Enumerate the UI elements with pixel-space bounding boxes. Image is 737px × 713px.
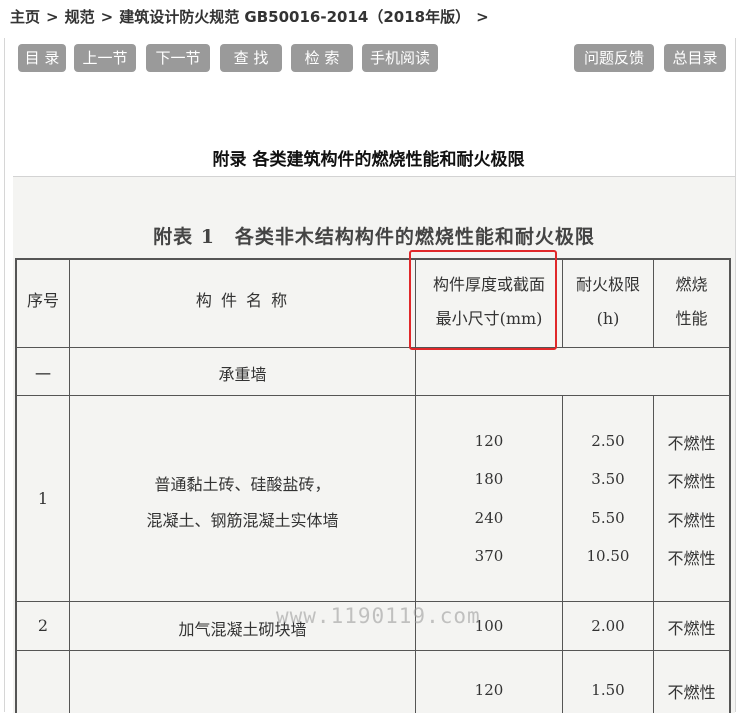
header-combustibility-2: 性能	[675, 309, 708, 328]
breadcrumb-current-doc[interactable]: 建筑设计防火规范 GB50016-2014（2018年版）	[119, 8, 470, 26]
prev-section-button[interactable]: 上一节	[74, 44, 136, 72]
cell-fire-limit: 10.50	[586, 547, 630, 565]
cell-fire-limit: 1.50	[591, 681, 625, 699]
breadcrumb: 主页 > 规范 > 建筑设计防火规范 GB50016-2014（2018年版） >	[10, 6, 495, 27]
cell-combustibility: 不燃性	[667, 434, 716, 453]
header-no: 序号	[26, 291, 59, 310]
cell-combustibility: 不燃性	[667, 619, 716, 638]
page-title: 附录 各类建筑构件的燃烧性能和耐火极限	[212, 150, 525, 170]
header-fire-limit-unit: (h)	[596, 309, 620, 328]
cell-fire-limit: 2.50	[591, 432, 625, 450]
table-rule	[15, 395, 731, 396]
table-rule	[15, 601, 731, 602]
scanned-table-image: 附表 1 各类非木结构构件的燃烧性能和耐火极限 序号 构 件 名 称 构件厚度或…	[13, 176, 735, 713]
breadcrumb-separator: >	[100, 8, 114, 26]
group-name: 承重墙	[218, 365, 267, 384]
cell-combustibility: 不燃性	[667, 472, 716, 491]
cell-combustibility: 不燃性	[667, 683, 716, 702]
next-section-button[interactable]: 下一节	[146, 44, 210, 72]
content-border-right	[735, 38, 736, 712]
breadcrumb-separator: >	[476, 8, 489, 26]
highlight-box	[409, 250, 557, 350]
watermark-text: www.1190119.com	[276, 604, 481, 628]
table-border-left	[15, 258, 17, 713]
header-name: 构 件 名 称	[195, 291, 290, 310]
cell-size: 370	[474, 547, 504, 565]
row-no: 1	[37, 489, 49, 508]
table-title: 附表 1 各类非木结构构件的燃烧性能和耐火极限	[153, 226, 595, 248]
cell-fire-limit: 5.50	[591, 509, 625, 527]
table-of-contents-button[interactable]: 总目录	[664, 44, 726, 72]
row-name: 混凝土、钢筋混凝土实体墙	[146, 511, 339, 530]
header-fire-limit: 耐火极限	[575, 275, 640, 294]
mobile-reading-button[interactable]: 手机阅读	[362, 44, 438, 72]
table-border-top	[15, 258, 731, 260]
cell-combustibility: 不燃性	[667, 549, 716, 568]
cell-size: 240	[474, 509, 504, 527]
table-border-right	[729, 258, 731, 713]
contents-button[interactable]: 目 录	[18, 44, 66, 72]
breadcrumb-section-link[interactable]: 规范	[65, 8, 95, 26]
table-rule	[15, 650, 731, 651]
row-no: 2	[37, 616, 49, 635]
header-combustibility: 燃烧	[675, 275, 708, 294]
cell-size: 180	[474, 470, 504, 488]
group-no: 一	[34, 365, 51, 384]
cell-combustibility: 不燃性	[667, 511, 716, 530]
cell-fire-limit: 3.50	[591, 470, 625, 488]
search-button[interactable]: 检 索	[291, 44, 353, 72]
cell-size: 120	[474, 432, 504, 450]
table-rule	[15, 347, 731, 348]
breadcrumb-home-link[interactable]: 主页	[10, 8, 40, 26]
content-border-left	[4, 38, 5, 712]
find-button[interactable]: 查 找	[220, 44, 282, 72]
cell-fire-limit: 2.00	[591, 617, 625, 635]
feedback-button[interactable]: 问题反馈	[574, 44, 654, 72]
cell-size: 120	[474, 681, 504, 699]
breadcrumb-separator: >	[46, 8, 59, 26]
row-name: 普通黏土砖、硅酸盐砖，	[154, 475, 331, 494]
